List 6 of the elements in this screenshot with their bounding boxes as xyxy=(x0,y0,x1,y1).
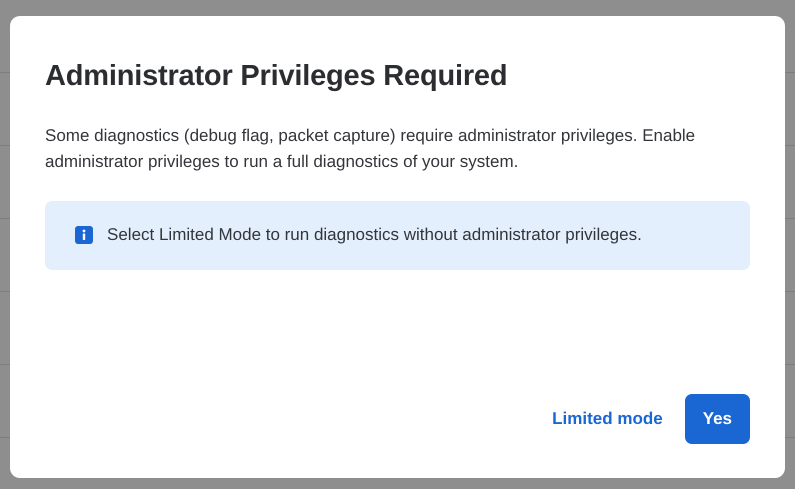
info-text: Select Limited Mode to run diagnostics without administrator privileges. xyxy=(107,224,643,246)
dialog-message: Some diagnostics (debug flag, packet capture) require administrator privileges. Enable administrator privileges to run a full diagnostics of your system. xyxy=(45,125,696,173)
dialog-title: Administrator Privileges Required xyxy=(45,60,508,93)
yes-button[interactable]: Yes xyxy=(684,394,750,444)
info-icon xyxy=(75,226,93,244)
limited-mode-button[interactable]: Limited mode xyxy=(552,403,663,435)
